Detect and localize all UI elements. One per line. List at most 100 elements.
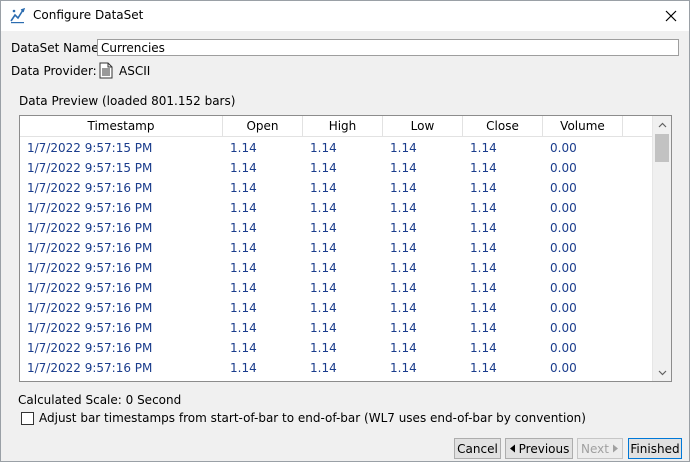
cell-high: 1.14 bbox=[310, 241, 337, 255]
table-row[interactable]: 1/7/2022 9:57:15 PM 1.14 1.14 1.14 1.14 0.00 bbox=[20, 138, 652, 158]
table-row[interactable]: 1/7/2022 9:57:16 PM 1.14 1.14 1.14 1.14 0.00 bbox=[20, 358, 652, 378]
column-header-timestamp[interactable]: Timestamp bbox=[20, 116, 223, 137]
chevron-up-icon bbox=[658, 122, 666, 127]
data-provider-label: Data Provider: bbox=[11, 64, 97, 78]
data-preview-grid[interactable]: Timestamp Open High Low Close Volume 1/7… bbox=[19, 115, 672, 382]
caret-left-icon bbox=[509, 444, 515, 453]
cell-timestamp: 1/7/2022 9:57:16 PM bbox=[27, 181, 153, 195]
cell-close: 1.14 bbox=[470, 341, 497, 355]
table-row[interactable]: 1/7/2022 9:57:16 PM 1.14 1.14 1.14 1.14 0.00 bbox=[20, 218, 652, 238]
cell-high: 1.14 bbox=[310, 181, 337, 195]
cell-open: 1.14 bbox=[230, 181, 257, 195]
cell-timestamp: 1/7/2022 9:57:16 PM bbox=[27, 201, 153, 215]
cell-close: 1.14 bbox=[470, 181, 497, 195]
grid-body: 1/7/2022 9:57:15 PM 1.14 1.14 1.14 1.14 0.00 1… bbox=[20, 138, 652, 378]
previous-button[interactable]: Previous bbox=[505, 438, 573, 459]
cell-timestamp: 1/7/2022 9:57:16 PM bbox=[27, 361, 153, 375]
cell-high: 1.14 bbox=[310, 161, 337, 175]
cell-open: 1.14 bbox=[230, 141, 257, 155]
cell-timestamp: 1/7/2022 9:57:15 PM bbox=[27, 141, 153, 155]
vertical-scrollbar[interactable] bbox=[652, 116, 671, 381]
cell-high: 1.14 bbox=[310, 221, 337, 235]
cell-close: 1.14 bbox=[470, 201, 497, 215]
cell-close: 1.14 bbox=[470, 241, 497, 255]
cell-volume: 0.00 bbox=[550, 161, 577, 175]
chevron-down-icon bbox=[658, 370, 666, 375]
cell-open: 1.14 bbox=[230, 241, 257, 255]
cell-timestamp: 1/7/2022 9:57:16 PM bbox=[27, 321, 153, 335]
cell-open: 1.14 bbox=[230, 341, 257, 355]
table-row[interactable]: 1/7/2022 9:57:16 PM 1.14 1.14 1.14 1.14 0.00 bbox=[20, 338, 652, 358]
document-icon bbox=[98, 62, 114, 79]
cell-volume: 0.00 bbox=[550, 221, 577, 235]
cell-close: 1.14 bbox=[470, 141, 497, 155]
adjust-timestamps-checkbox[interactable] bbox=[21, 412, 34, 425]
table-row[interactable]: 1/7/2022 9:57:15 PM 1.14 1.14 1.14 1.14 0.00 bbox=[20, 158, 652, 178]
cell-timestamp: 1/7/2022 9:57:16 PM bbox=[27, 281, 153, 295]
column-header-low[interactable]: Low bbox=[383, 116, 463, 137]
cell-volume: 0.00 bbox=[550, 201, 577, 215]
cell-timestamp: 1/7/2022 9:57:15 PM bbox=[27, 161, 153, 175]
scrollbar-thumb[interactable] bbox=[655, 134, 669, 162]
table-row[interactable]: 1/7/2022 9:57:16 PM 1.14 1.14 1.14 1.14 0.00 bbox=[20, 178, 652, 198]
cell-open: 1.14 bbox=[230, 221, 257, 235]
cell-high: 1.14 bbox=[310, 281, 337, 295]
cell-open: 1.14 bbox=[230, 301, 257, 315]
cell-open: 1.14 bbox=[230, 161, 257, 175]
dataset-name-input[interactable] bbox=[97, 39, 679, 56]
cancel-button[interactable]: Cancel bbox=[454, 438, 501, 459]
scroll-up-button[interactable] bbox=[653, 116, 671, 133]
column-header-close[interactable]: Close bbox=[463, 116, 543, 137]
cell-timestamp: 1/7/2022 9:57:16 PM bbox=[27, 341, 153, 355]
cell-volume: 0.00 bbox=[550, 361, 577, 375]
column-header-volume[interactable]: Volume bbox=[543, 116, 623, 137]
chart-sparkle-icon bbox=[10, 7, 26, 24]
cell-close: 1.14 bbox=[470, 361, 497, 375]
table-row[interactable]: 1/7/2022 9:57:16 PM 1.14 1.14 1.14 1.14 0.00 bbox=[20, 278, 652, 298]
cell-close: 1.14 bbox=[470, 301, 497, 315]
adjust-timestamps-label[interactable]: Adjust bar timestamps from start-of-bar … bbox=[39, 411, 586, 425]
table-row[interactable]: 1/7/2022 9:57:16 PM 1.14 1.14 1.14 1.14 0.00 bbox=[20, 258, 652, 278]
cell-low: 1.14 bbox=[390, 301, 417, 315]
table-row[interactable]: 1/7/2022 9:57:16 PM 1.14 1.14 1.14 1.14 0.00 bbox=[20, 298, 652, 318]
finished-button[interactable]: Finished bbox=[628, 438, 682, 459]
cell-low: 1.14 bbox=[390, 341, 417, 355]
title-bar: Configure DataSet bbox=[1, 1, 689, 31]
cell-timestamp: 1/7/2022 9:57:16 PM bbox=[27, 301, 153, 315]
cell-volume: 0.00 bbox=[550, 321, 577, 335]
cell-volume: 0.00 bbox=[550, 141, 577, 155]
cell-volume: 0.00 bbox=[550, 181, 577, 195]
cell-open: 1.14 bbox=[230, 321, 257, 335]
cell-high: 1.14 bbox=[310, 201, 337, 215]
cell-volume: 0.00 bbox=[550, 261, 577, 275]
cell-low: 1.14 bbox=[390, 321, 417, 335]
cell-close: 1.14 bbox=[470, 321, 497, 335]
close-icon bbox=[665, 10, 677, 22]
cell-timestamp: 1/7/2022 9:57:16 PM bbox=[27, 261, 153, 275]
caret-right-icon bbox=[612, 444, 618, 453]
table-row[interactable]: 1/7/2022 9:57:16 PM 1.14 1.14 1.14 1.14 0.00 bbox=[20, 198, 652, 218]
scroll-down-button[interactable] bbox=[653, 364, 671, 381]
cell-volume: 0.00 bbox=[550, 301, 577, 315]
column-header-open[interactable]: Open bbox=[223, 116, 303, 137]
cell-high: 1.14 bbox=[310, 261, 337, 275]
cell-high: 1.14 bbox=[310, 141, 337, 155]
dataset-name-label: DataSet Name: bbox=[11, 41, 103, 55]
cell-low: 1.14 bbox=[390, 141, 417, 155]
cell-open: 1.14 bbox=[230, 361, 257, 375]
table-row[interactable]: 1/7/2022 9:57:16 PM 1.14 1.14 1.14 1.14 0.00 bbox=[20, 318, 652, 338]
close-button[interactable] bbox=[659, 4, 683, 28]
cell-close: 1.14 bbox=[470, 261, 497, 275]
cell-low: 1.14 bbox=[390, 361, 417, 375]
cell-low: 1.14 bbox=[390, 161, 417, 175]
table-row[interactable]: 1/7/2022 9:57:16 PM 1.14 1.14 1.14 1.14 0.00 bbox=[20, 238, 652, 258]
cell-low: 1.14 bbox=[390, 221, 417, 235]
column-header-high[interactable]: High bbox=[303, 116, 383, 137]
cell-low: 1.14 bbox=[390, 181, 417, 195]
cancel-button-label: Cancel bbox=[457, 441, 498, 456]
cell-open: 1.14 bbox=[230, 281, 257, 295]
cell-close: 1.14 bbox=[470, 281, 497, 295]
cell-close: 1.14 bbox=[470, 221, 497, 235]
next-button[interactable]: Next bbox=[577, 438, 623, 459]
cell-volume: 0.00 bbox=[550, 341, 577, 355]
